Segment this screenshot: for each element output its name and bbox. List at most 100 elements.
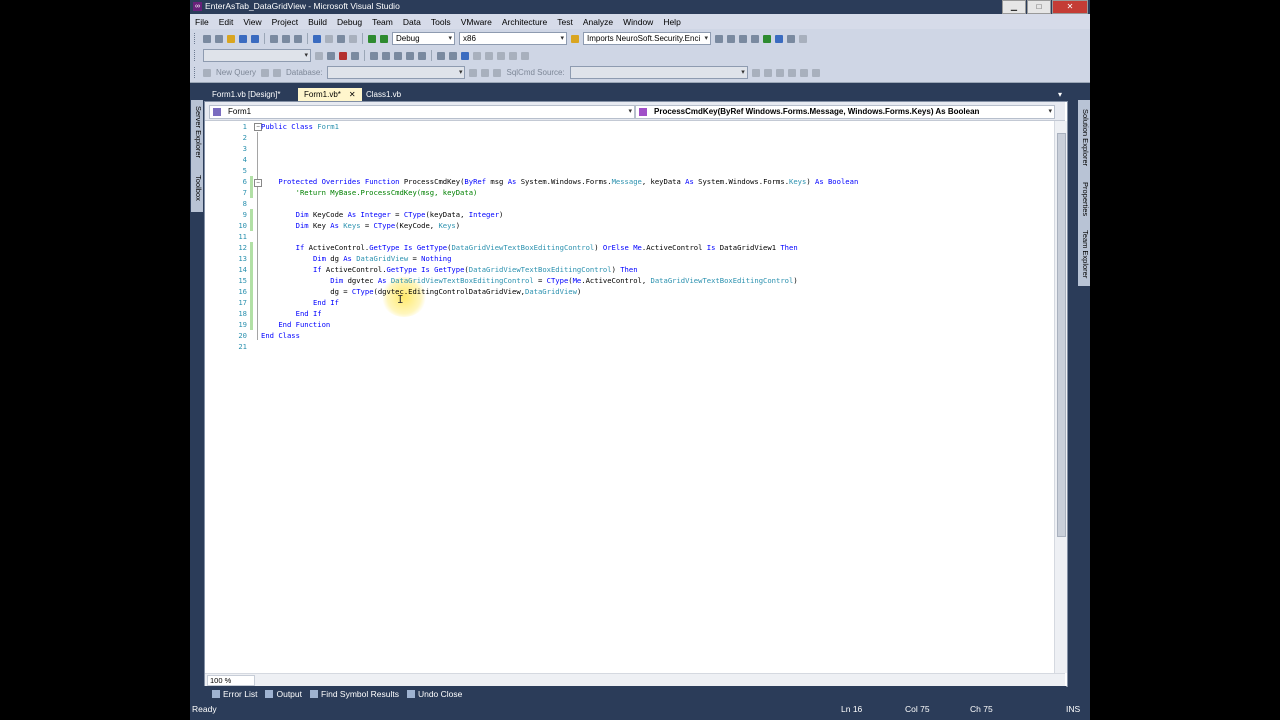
- menu-architecture[interactable]: Architecture: [497, 17, 552, 27]
- find-in-files-icon[interactable]: [571, 34, 579, 43]
- navigate-forward-icon[interactable]: [349, 34, 357, 43]
- undo-icon[interactable]: [313, 34, 321, 43]
- toolbar-options-icon[interactable]: [521, 51, 529, 60]
- tab-form1-design[interactable]: Form1.vb [Design]*: [206, 88, 286, 101]
- text-results-icon[interactable]: [787, 68, 796, 77]
- minimize-button[interactable]: ▁: [1002, 0, 1026, 14]
- quick-info-icon[interactable]: [382, 51, 390, 60]
- file-results-icon[interactable]: [799, 68, 808, 77]
- code-line[interactable]: 18 End If: [205, 308, 1050, 319]
- scrollbar-thumb[interactable]: [1057, 133, 1066, 537]
- statistics-icon[interactable]: [763, 68, 772, 77]
- team-explorer-tab[interactable]: Team Explorer: [1078, 222, 1090, 286]
- code-line[interactable]: 17 End If: [205, 297, 1050, 308]
- chevron-down-icon[interactable]: ▾: [1058, 90, 1062, 99]
- save-all-icon[interactable]: [251, 34, 259, 43]
- next-bookmark-icon[interactable]: [485, 51, 493, 60]
- menu-test[interactable]: Test: [552, 17, 578, 27]
- redo-icon[interactable]: [325, 34, 333, 43]
- code-line[interactable]: 14 If ActiveControl.GetType Is GetType(D…: [205, 264, 1050, 275]
- code-line[interactable]: 5: [205, 165, 1050, 176]
- parse-icon[interactable]: [481, 68, 490, 77]
- menu-help[interactable]: Help: [658, 17, 685, 27]
- code-line[interactable]: 7 'Return MyBase.ProcessCmdKey(msg, keyD…: [205, 187, 1050, 198]
- code-line[interactable]: 11: [205, 231, 1050, 242]
- horizontal-scrollbar[interactable]: 100 %: [205, 673, 1065, 686]
- solution-configuration-dropdown[interactable]: Debug: [392, 32, 455, 45]
- properties-tab[interactable]: Properties: [1078, 176, 1090, 222]
- menu-build[interactable]: Build: [303, 17, 332, 27]
- code-line[interactable]: 12 If ActiveControl.GetType Is GetType(D…: [205, 242, 1050, 253]
- toolbar-grip[interactable]: [194, 33, 198, 44]
- close-window-button[interactable]: ✕: [1052, 0, 1088, 14]
- menu-window[interactable]: Window: [618, 17, 658, 27]
- paste-icon[interactable]: [294, 34, 302, 43]
- sqlcmd-source-dropdown[interactable]: [569, 66, 748, 79]
- menu-debug[interactable]: Debug: [332, 17, 367, 27]
- code-line[interactable]: 16 dg = CType(dgvtec.EditingControlDataG…: [205, 286, 1050, 297]
- clear-bookmarks-icon[interactable]: [497, 51, 505, 60]
- vertical-scrollbar[interactable]: [1054, 121, 1067, 673]
- info-icon[interactable]: [315, 51, 323, 60]
- disconnect-icon[interactable]: [273, 68, 282, 77]
- decrease-indent-icon[interactable]: [406, 51, 414, 60]
- extension-manager-icon[interactable]: [775, 34, 783, 43]
- maximize-button[interactable]: □: [1027, 0, 1051, 14]
- toolbar-grip[interactable]: [194, 50, 198, 61]
- stop-icon[interactable]: [339, 51, 347, 60]
- menu-file[interactable]: File: [190, 17, 214, 27]
- menu-view[interactable]: View: [238, 17, 266, 27]
- code-area[interactable]: − − I 1 Public Class Form1 2 3 4 5 6 Protected…: [205, 121, 1050, 671]
- menu-team[interactable]: Team: [367, 17, 398, 27]
- solution-explorer-tab[interactable]: Solution Explorer: [1078, 100, 1090, 176]
- connect-icon[interactable]: [261, 68, 270, 77]
- code-line[interactable]: 20 End Class: [205, 330, 1050, 341]
- start-without-debugging-icon[interactable]: [380, 34, 388, 43]
- execute-sql-icon[interactable]: [469, 68, 478, 77]
- server-explorer-tab[interactable]: Server Explorer: [191, 100, 203, 164]
- cut-icon[interactable]: [270, 34, 278, 43]
- grid-results-icon[interactable]: [775, 68, 784, 77]
- database-dropdown[interactable]: [327, 66, 466, 79]
- properties-icon[interactable]: [727, 34, 735, 43]
- previous-bookmark-icon[interactable]: [473, 51, 481, 60]
- tab-form1-code[interactable]: Form1.vb* ✕: [298, 88, 362, 101]
- menu-vmware[interactable]: VMware: [456, 17, 497, 27]
- parameter-info-icon[interactable]: [370, 51, 378, 60]
- tab-class1[interactable]: Class1.vb: [360, 88, 407, 101]
- empty-dropdown[interactable]: [203, 49, 311, 62]
- menu-tools[interactable]: Tools: [426, 17, 456, 27]
- results-to-icon[interactable]: [493, 68, 502, 77]
- solution-explorer-icon[interactable]: [715, 34, 723, 43]
- toolbox-icon[interactable]: [751, 34, 759, 43]
- undo-close-tab[interactable]: Undo Close: [406, 689, 462, 699]
- zoom-level-dropdown[interactable]: 100 %: [207, 675, 255, 686]
- code-line[interactable]: 1 Public Class Form1: [205, 121, 1050, 132]
- find-dropdown[interactable]: Imports NeuroSoft.Security.Enci: [583, 32, 711, 45]
- new-query-button[interactable]: New Query: [216, 68, 256, 77]
- toolbar-options-icon[interactable]: [799, 34, 807, 43]
- comment-lines-icon[interactable]: [437, 51, 445, 60]
- code-line[interactable]: 2: [205, 132, 1050, 143]
- code-line[interactable]: 6 Protected Overrides Function ProcessCm…: [205, 176, 1050, 187]
- code-line[interactable]: 13 Dim dg As DataGridView = Nothing: [205, 253, 1050, 264]
- code-line[interactable]: 8: [205, 198, 1050, 209]
- code-line[interactable]: 10 Dim Key As Keys = CType(KeyCode, Keys…: [205, 220, 1050, 231]
- code-line[interactable]: 3: [205, 143, 1050, 154]
- navigate-backward-icon[interactable]: [337, 34, 345, 43]
- start-debugging-icon[interactable]: [368, 34, 376, 43]
- type-dropdown[interactable]: Form1 ▾: [209, 105, 635, 119]
- code-line[interactable]: 15 Dim dgvtec As DataGridViewTextBoxEdit…: [205, 275, 1050, 286]
- close-tab-icon[interactable]: ✕: [349, 90, 356, 99]
- code-line[interactable]: 9 Dim KeyCode As Integer = CType(keyData…: [205, 209, 1050, 220]
- code-line[interactable]: 4: [205, 154, 1050, 165]
- uncomment-lines-icon[interactable]: [449, 51, 457, 60]
- code-line[interactable]: 19 End Function: [205, 319, 1050, 330]
- plan-icon[interactable]: [751, 68, 760, 77]
- toolbox-tab[interactable]: Toolbox: [191, 164, 203, 212]
- save-icon[interactable]: [239, 34, 247, 43]
- error-list-tab[interactable]: Error List: [212, 689, 257, 699]
- solution-platform-dropdown[interactable]: x86: [459, 32, 567, 45]
- new-project-icon[interactable]: [203, 34, 211, 43]
- member-dropdown[interactable]: ProcessCmdKey(ByRef Windows.Forms.Messag…: [635, 105, 1055, 119]
